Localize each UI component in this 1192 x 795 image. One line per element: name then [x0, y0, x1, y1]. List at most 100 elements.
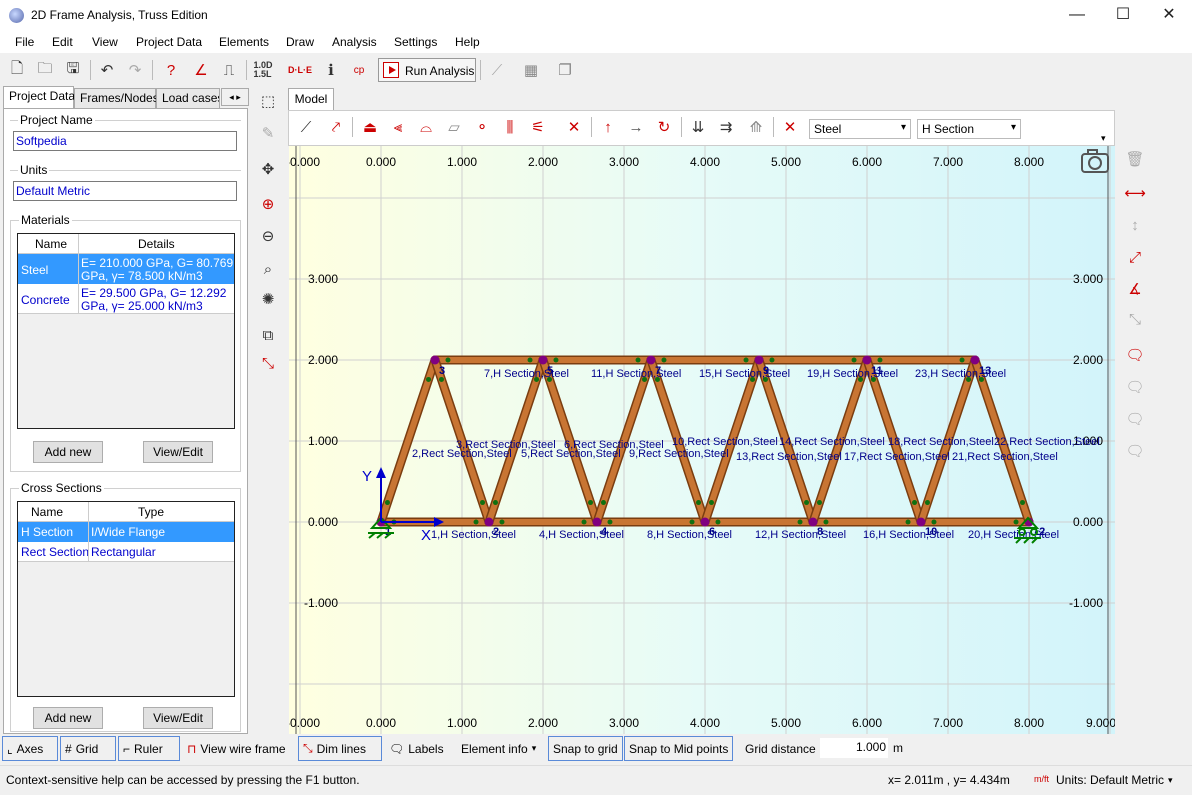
horizontal-load-icon[interactable]: ⇉	[715, 116, 737, 138]
menu-project-data[interactable]: Project Data	[136, 35, 202, 49]
model-canvas[interactable]: -0.000 0.000 1.000 2.000 3.000 4.000 5.000 6.00…	[286, 146, 1116, 734]
new-file-icon[interactable]: 🗋	[6, 59, 28, 81]
units-dropdown[interactable]: Units: Default Metric	[1056, 773, 1164, 787]
wall-support-icon[interactable]: ⫼	[499, 116, 521, 138]
point-load-icon[interactable]: ↑	[597, 116, 619, 138]
ruler-toggle[interactable]: ⌐ Ruler	[118, 736, 180, 761]
menu-analysis[interactable]: Analysis	[332, 35, 377, 49]
dim-lines-toggle[interactable]: ⤡ Dim lines	[298, 736, 382, 761]
pinned-support-icon[interactable]: ⏏	[359, 116, 381, 138]
labels-toggle[interactable]: 🗨 Labels	[384, 736, 449, 761]
table-row[interactable]: Concrete E= 29.500 GPa, G= 12.292 GPa, γ…	[18, 284, 234, 314]
help-doc-icon[interactable]: ?	[160, 59, 182, 81]
grid-toggle[interactable]: # Grid	[60, 736, 116, 761]
axes-e-icon[interactable]: ∠	[190, 59, 212, 81]
project-name-field[interactable]: Softpedia	[13, 131, 237, 151]
cross-add-new-button[interactable]: Add new	[33, 707, 103, 729]
zoom-in-icon[interactable]: ⊕	[257, 193, 279, 215]
close-button[interactable]: ✕	[1146, 0, 1192, 31]
undo-icon[interactable]: ↶	[96, 59, 118, 81]
pan-icon[interactable]: ✥	[257, 158, 279, 180]
axes-toggle[interactable]: ⌞ Axes	[2, 736, 58, 761]
axial-load-icon[interactable]: →	[625, 116, 647, 138]
zoom-window-icon[interactable]: ⌕	[257, 258, 279, 280]
note-t-icon[interactable]: 🗨	[1124, 376, 1146, 398]
save-icon[interactable]: 🖫	[62, 59, 84, 81]
delete-support-icon[interactable]: ✕	[563, 116, 585, 138]
report-icon[interactable]: ❐	[554, 59, 576, 81]
menu-elements[interactable]: Elements	[219, 35, 269, 49]
copy-view-icon[interactable]: ⧉	[257, 324, 279, 346]
trash-icon[interactable]: 🗑	[1124, 148, 1146, 170]
redo-icon[interactable]: ↷	[124, 59, 146, 81]
left-panel: Project Data Frames/Nodes Load cases ◂ ▸…	[0, 86, 252, 734]
tab-frames-nodes[interactable]: Frames/Nodes	[74, 88, 159, 108]
select-rect-icon[interactable]: ⬚	[257, 90, 279, 112]
section-icon[interactable]: ⎍	[218, 59, 240, 81]
table-icon[interactable]: ▦	[520, 59, 542, 81]
minimize-button[interactable]: —	[1054, 0, 1100, 31]
materials-view-edit-button[interactable]: View/Edit	[143, 441, 213, 463]
member-end-marker	[473, 519, 479, 525]
moment-load-icon[interactable]: ↻	[653, 116, 675, 138]
units-field[interactable]: Default Metric	[13, 181, 237, 201]
dim-aligned-icon[interactable]: ⤢	[1124, 246, 1146, 268]
wire-frame-toggle[interactable]: ⊓ View wire frame	[182, 736, 291, 761]
toolbar-overflow-icon[interactable]: ▾	[1101, 133, 1106, 144]
tab-project-data[interactable]: Project Data	[3, 86, 75, 108]
dle-icon[interactable]: D·L·E	[286, 59, 314, 81]
dim-horizontal-icon[interactable]: ⟷	[1124, 182, 1146, 204]
table-row[interactable]: H Section I/Wide Flange	[18, 522, 234, 542]
menu-help[interactable]: Help	[455, 35, 480, 49]
add-note-icon[interactable]: 🗨	[1124, 344, 1146, 366]
maximize-button[interactable]: ☐	[1100, 0, 1146, 31]
open-folder-icon[interactable]: 🗀	[34, 59, 56, 81]
snap-to-grid-toggle[interactable]: Snap to grid	[548, 736, 623, 761]
zoom-out-icon[interactable]: ⊖	[257, 225, 279, 247]
info-icon[interactable]: ℹ	[320, 59, 342, 81]
tab-model[interactable]: Model	[288, 88, 334, 110]
grid-distance-field[interactable]: 1.000	[820, 738, 888, 758]
cp-icon[interactable]: cp	[348, 59, 370, 81]
menu-settings[interactable]: Settings	[394, 35, 437, 49]
tab-load-cases[interactable]: Load cases	[156, 88, 220, 108]
draw-line-icon[interactable]: ⟋	[295, 116, 317, 138]
roller-support-icon[interactable]: ⌓	[415, 116, 437, 138]
draw-polyline-icon[interactable]: ⤤	[325, 116, 347, 138]
truss-drawing[interactable]: -0.000 0.000 1.000 2.000 3.000 4.000 5.000 6.00…	[286, 146, 1116, 734]
note-a-icon[interactable]: 🗨	[1124, 440, 1146, 462]
run-analysis-label: Run Analysis	[405, 64, 475, 78]
delete-load-icon[interactable]: ✕	[779, 116, 801, 138]
distributed-load-icon[interactable]: ⇊	[687, 116, 709, 138]
spring-support-icon[interactable]: ⚟	[527, 116, 549, 138]
cross-view-edit-button[interactable]: View/Edit	[143, 707, 213, 729]
export-view-icon[interactable]: ⤡	[257, 352, 279, 374]
zoom-extents-icon[interactable]: ✺	[257, 288, 279, 310]
run-analysis-button[interactable]: Run Analysis	[378, 58, 476, 82]
materials-add-new-button[interactable]: Add new	[33, 441, 103, 463]
roller-icon[interactable]: ⚬	[471, 116, 493, 138]
note-l-icon[interactable]: 🗨	[1124, 408, 1146, 430]
menu-draw[interactable]: Draw	[286, 35, 314, 49]
dim-lines-icon: ⤡	[303, 741, 313, 755]
fixed-support-icon[interactable]: ⫷	[387, 116, 409, 138]
ground-icon[interactable]: ▱	[443, 116, 465, 138]
load-combo-icon[interactable]: 1.0D 1.5L	[250, 59, 276, 81]
dim-vertical-icon[interactable]: ↕	[1124, 214, 1146, 236]
snap-to-mid-toggle[interactable]: Snap to Mid points	[624, 736, 734, 761]
table-row[interactable]: Rect Section Rectangular	[18, 542, 234, 562]
element-info-dropdown[interactable]: Element info ▾	[456, 736, 541, 761]
menu-view[interactable]: View	[92, 35, 118, 49]
edit-icon[interactable]: ✎	[257, 122, 279, 144]
deformed-icon[interactable]: ⟋	[486, 59, 508, 81]
dim-angle-icon[interactable]: ∡	[1124, 278, 1146, 300]
menu-edit[interactable]: Edit	[52, 35, 73, 49]
table-row[interactable]: Steel E= 210.000 GPa, G= 80.769 GPa, γ= …	[18, 254, 234, 284]
inclined-load-icon[interactable]: ⟰	[745, 116, 767, 138]
menu-file[interactable]: File	[15, 35, 34, 49]
dim-move-icon[interactable]: ⤡	[1124, 308, 1146, 330]
material-select[interactable]: Steel	[809, 119, 911, 139]
tab-scroll-buttons[interactable]: ◂ ▸	[221, 88, 249, 106]
section-select[interactable]: H Section	[917, 119, 1021, 139]
member-label: 9,Rect Section,Steel	[629, 448, 729, 460]
